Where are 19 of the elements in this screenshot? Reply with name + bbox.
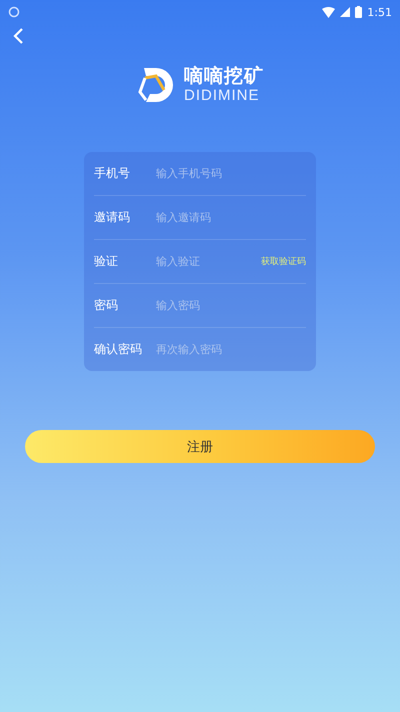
field-label: 验证 (94, 253, 119, 270)
input-field[interactable]: 再次输入密码 (156, 343, 306, 356)
input-field[interactable]: 输入邀请码 (156, 211, 306, 224)
field-label: 确认密码 (94, 341, 143, 358)
field-label: 邀请码 (94, 209, 131, 226)
register-button[interactable]: 注册 (25, 430, 375, 463)
field-label: 手机号 (94, 165, 131, 182)
input-field[interactable]: 输入验证 (156, 255, 261, 268)
input-field[interactable]: 输入密码 (156, 299, 306, 312)
app-title: 嘀嘀挖矿 (184, 65, 264, 87)
wifi-icon (322, 6, 336, 18)
field-label: 密码 (94, 297, 119, 314)
back-button[interactable] (12, 27, 26, 45)
input-field[interactable]: 输入手机号码 (156, 167, 306, 180)
battery-icon (355, 6, 362, 18)
notification-icon (8, 6, 20, 18)
status-time: 1:51 (367, 6, 392, 18)
signal-icon (340, 7, 350, 17)
app-subtitle: DIDIMINE (184, 87, 260, 105)
